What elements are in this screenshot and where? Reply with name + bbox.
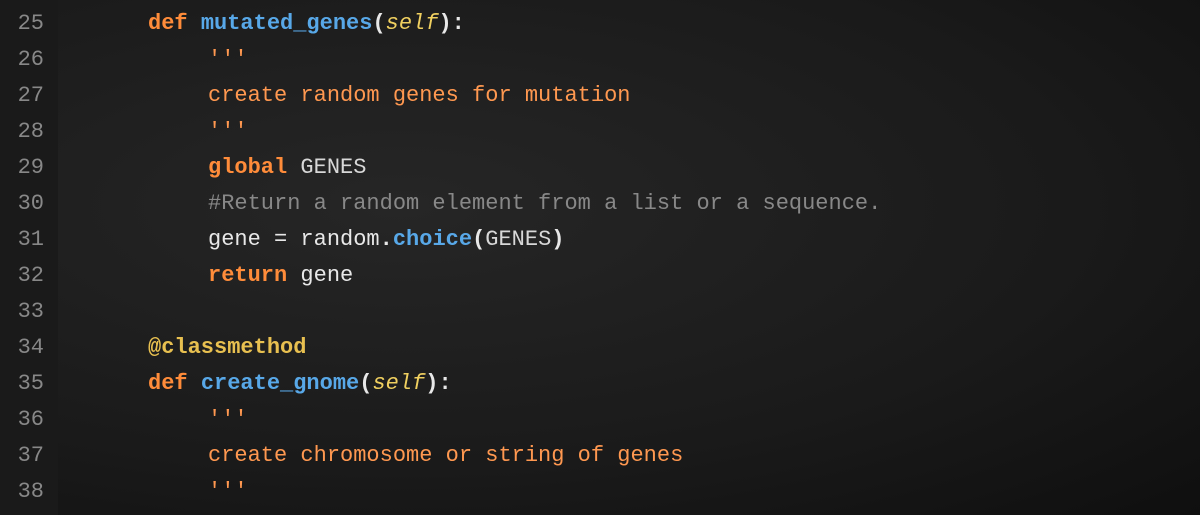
operator-equals: = <box>261 227 301 252</box>
keyword-return: return <box>208 263 287 288</box>
identifier-gene: gene <box>300 263 353 288</box>
keyword-def: def <box>148 11 188 36</box>
module-random: random <box>300 227 379 252</box>
code-line-31[interactable]: gene = random.choice(GENES) <box>68 222 1200 258</box>
line-number: 27 <box>10 78 44 114</box>
param-self: self <box>372 371 425 396</box>
code-line-26[interactable]: ''' <box>68 42 1200 78</box>
line-number: 34 <box>10 330 44 366</box>
docstring-triple: ''' <box>208 47 248 72</box>
line-number-gutter: 25 26 27 28 29 30 31 32 33 34 35 36 37 3… <box>0 0 58 515</box>
paren-open: ( <box>359 371 372 396</box>
paren-open: ( <box>372 11 385 36</box>
function-name: create_gnome <box>201 371 359 396</box>
paren-close: ) <box>551 227 564 252</box>
line-number: 38 <box>10 474 44 510</box>
paren-close: ) <box>425 371 438 396</box>
code-line-25[interactable]: def mutated_genes(self): <box>68 6 1200 42</box>
line-number: 32 <box>10 258 44 294</box>
line-number: 37 <box>10 438 44 474</box>
code-editor[interactable]: 25 26 27 28 29 30 31 32 33 34 35 36 37 3… <box>0 0 1200 515</box>
keyword-def: def <box>148 371 188 396</box>
comment-text: #Return a random element from a list or … <box>208 191 881 216</box>
code-line-34[interactable]: @classmethod <box>68 330 1200 366</box>
param-self: self <box>386 11 439 36</box>
function-name: mutated_genes <box>201 11 373 36</box>
identifier-gene: gene <box>208 227 261 252</box>
code-line-27[interactable]: create random genes for mutation <box>68 78 1200 114</box>
line-number: 28 <box>10 114 44 150</box>
code-line-35[interactable]: def create_gnome(self): <box>68 366 1200 402</box>
docstring-triple: ''' <box>208 407 248 432</box>
docstring-text: create random genes for mutation <box>208 83 630 108</box>
docstring-triple: ''' <box>208 479 248 504</box>
decorator-classmethod: @classmethod <box>148 335 306 360</box>
code-line-29[interactable]: global GENES <box>68 150 1200 186</box>
line-number: 33 <box>10 294 44 330</box>
code-line-32[interactable]: return gene <box>68 258 1200 294</box>
code-area[interactable]: def mutated_genes(self): ''' create rand… <box>58 0 1200 515</box>
line-number: 29 <box>10 150 44 186</box>
line-number: 26 <box>10 42 44 78</box>
code-line-38[interactable]: ''' <box>68 474 1200 510</box>
docstring-text: create chromosome or string of genes <box>208 443 683 468</box>
method-choice: choice <box>393 227 472 252</box>
constant-genes: GENES <box>485 227 551 252</box>
dot: . <box>380 227 393 252</box>
line-number: 31 <box>10 222 44 258</box>
line-number: 30 <box>10 186 44 222</box>
code-line-33[interactable] <box>68 294 1200 330</box>
line-number: 35 <box>10 366 44 402</box>
paren-open: ( <box>472 227 485 252</box>
docstring-triple: ''' <box>208 119 248 144</box>
colon: : <box>438 371 451 396</box>
code-line-30[interactable]: #Return a random element from a list or … <box>68 186 1200 222</box>
line-number: 25 <box>10 6 44 42</box>
keyword-global: global <box>208 155 287 180</box>
paren-close: ) <box>438 11 451 36</box>
code-line-36[interactable]: ''' <box>68 402 1200 438</box>
line-number: 36 <box>10 402 44 438</box>
constant-genes: GENES <box>300 155 366 180</box>
code-line-28[interactable]: ''' <box>68 114 1200 150</box>
colon: : <box>452 11 465 36</box>
code-line-37[interactable]: create chromosome or string of genes <box>68 438 1200 474</box>
